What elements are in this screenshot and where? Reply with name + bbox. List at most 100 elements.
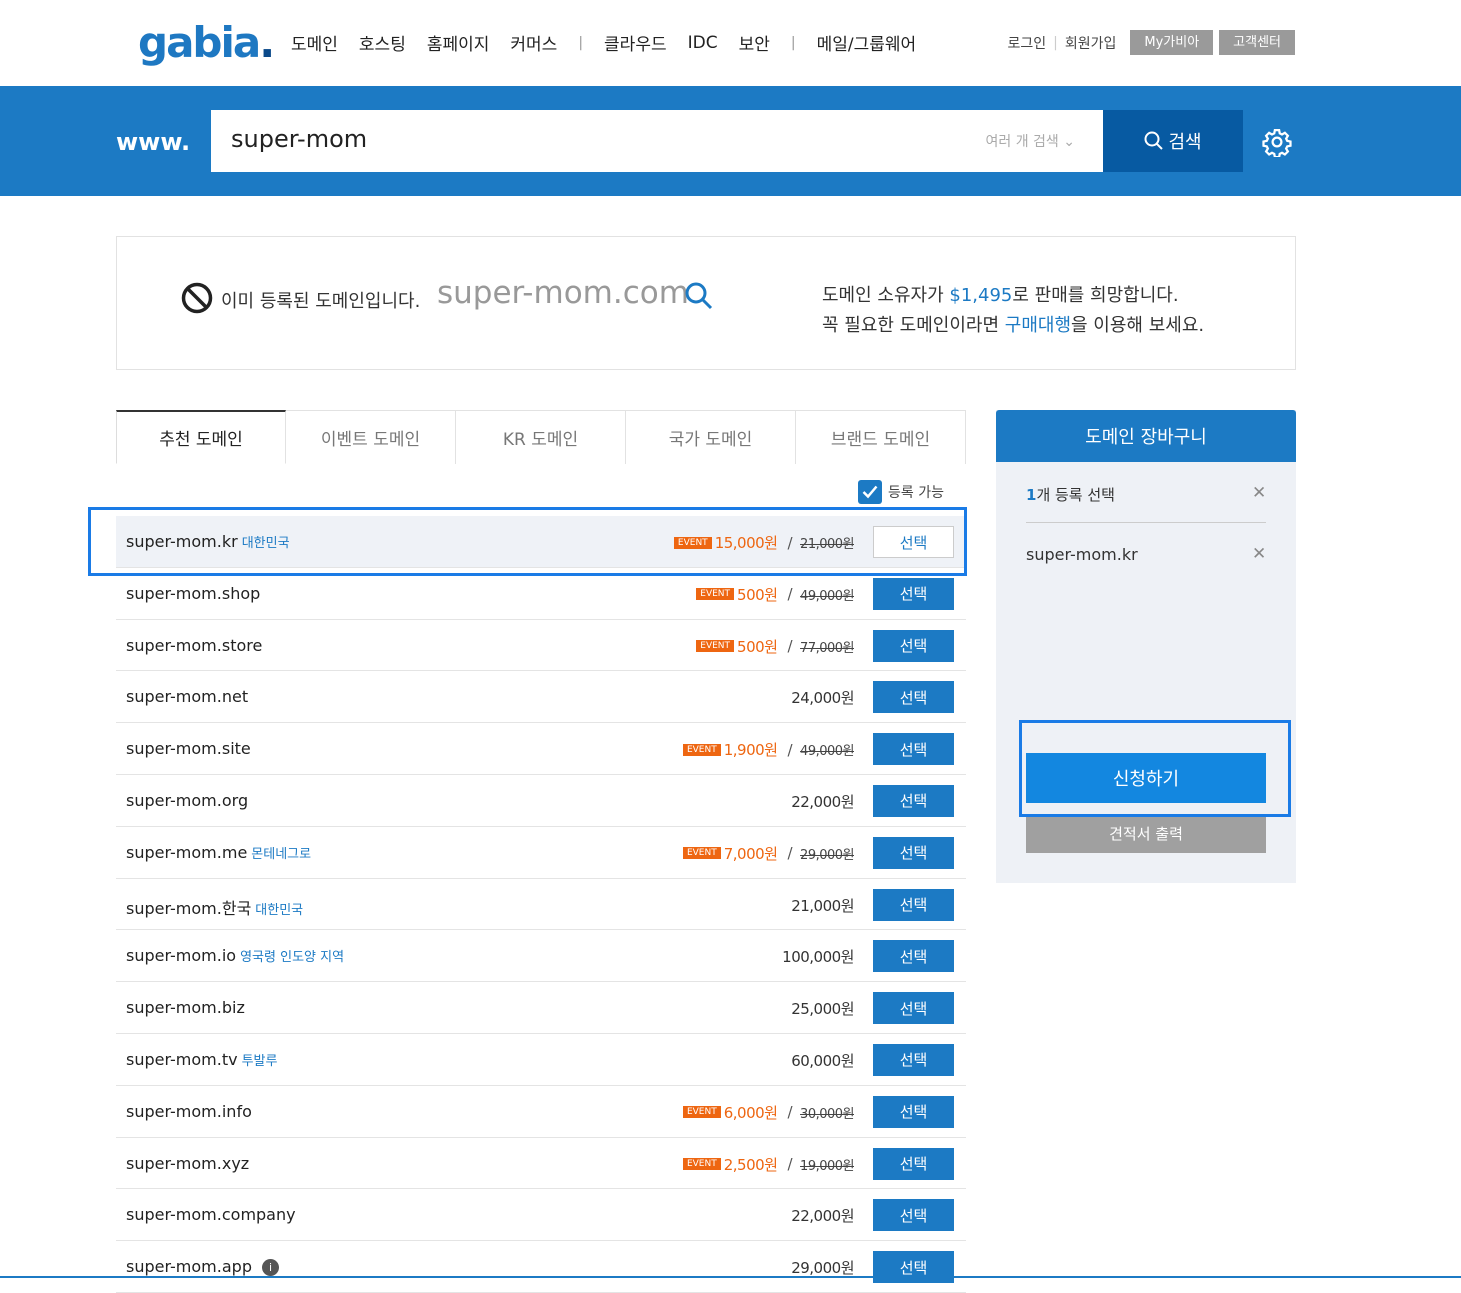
info-icon[interactable]: i: [261, 1259, 279, 1277]
select-button[interactable]: 선택: [873, 940, 954, 973]
utility-menu: 로그인 | 회원가입 My가비아 고객센터: [1007, 30, 1295, 55]
tab-kr[interactable]: KR 도메인: [456, 410, 626, 464]
domain-search-input[interactable]: [231, 125, 931, 153]
regular-price: 60,000원: [791, 1051, 854, 1070]
event-price: 500원: [737, 585, 778, 604]
price-separator: /: [787, 1103, 793, 1122]
select-button[interactable]: 선택: [873, 1251, 954, 1284]
event-badge: EVENT: [696, 588, 735, 601]
select-button[interactable]: 선택: [873, 1095, 954, 1128]
search-button[interactable]: 검색: [1103, 110, 1243, 172]
mygabia-button[interactable]: My가비아: [1130, 30, 1214, 55]
domain-name-text: super-mom.org: [126, 790, 249, 810]
brokerage-link[interactable]: 구매대행: [1005, 315, 1071, 336]
select-button[interactable]: 선택: [873, 784, 954, 817]
domain-price: 60,000원: [791, 1050, 854, 1071]
nav-homepage[interactable]: 홈페이지: [427, 30, 490, 55]
multi-search-label: 여러 개 검색: [985, 134, 1059, 150]
domain-price: 22,000원: [791, 791, 854, 812]
signup-link[interactable]: 회원가입: [1065, 33, 1117, 53]
settings-gear-icon[interactable]: [1262, 127, 1292, 157]
login-link[interactable]: 로그인: [1007, 33, 1046, 53]
select-button[interactable]: 선택: [873, 681, 954, 714]
domain-name: super-mom.xyz: [126, 1154, 249, 1173]
select-button[interactable]: 선택: [873, 992, 954, 1025]
domain-row: super-mom.info EVENT 6,000원 / 30,000원 선택: [116, 1086, 966, 1138]
original-price: 19,000원: [800, 1158, 854, 1174]
price-separator: /: [787, 533, 793, 552]
domain-name-text: super-mom.info: [126, 1101, 252, 1121]
domain-country: 대한민국: [255, 902, 304, 918]
domain-row: super-mom.한국 대한민국 21,000원 선택: [116, 879, 966, 931]
domain-cart: 도메인 장바구니 1개 등록 선택 ✕ super-mom.kr ✕ 신청하기 …: [996, 410, 1296, 883]
original-price: 49,000원: [800, 744, 854, 760]
domain-name-text: super-mom.company: [126, 1205, 296, 1225]
sale-price: $1,495: [949, 285, 1013, 306]
tab-event[interactable]: 이벤트 도메인: [286, 410, 456, 464]
main-nav: 도메인 호스팅 홈페이지 커머스 | 클라우드 IDC 보안 | 메일/그룹웨어: [291, 30, 937, 56]
sale-offer-text: 도메인 소유자가 $1,495로 판매를 희망합니다.: [822, 281, 1179, 307]
domain-name: super-mom.app i: [126, 1257, 279, 1277]
tab-recommended[interactable]: 추천 도메인: [116, 410, 286, 464]
select-button[interactable]: 선택: [873, 1147, 954, 1180]
tab-brand[interactable]: 브랜드 도메인: [796, 410, 966, 464]
available-only-checkbox[interactable]: 등록 가능: [858, 480, 944, 504]
select-button[interactable]: 선택: [873, 888, 954, 921]
domain-row: super-mom.net 24,000원 선택: [116, 671, 966, 724]
select-button[interactable]: 선택: [873, 526, 954, 558]
nav-idc[interactable]: IDC: [688, 33, 718, 53]
nav-cloud[interactable]: 클라우드: [604, 30, 667, 55]
multi-search-dropdown[interactable]: 여러 개 검색 ⌄: [986, 131, 1076, 151]
available-only-label: 등록 가능: [888, 485, 944, 501]
nav-security[interactable]: 보안: [739, 30, 770, 55]
domain-name-text: super-mom.한국: [126, 898, 252, 918]
nav-hosting[interactable]: 호스팅: [359, 30, 406, 55]
domain-price: 100,000원: [782, 946, 854, 967]
domain-country: 영국령 인도양 지역: [240, 950, 345, 966]
domain-row: super-mom.biz 25,000원 선택: [116, 982, 966, 1034]
taken-message: 이미 등록된 도메인입니다.: [221, 291, 421, 312]
domain-name: super-mom.biz: [126, 998, 245, 1017]
domain-row: super-mom.store EVENT 500원 / 77,000원 선택: [116, 620, 966, 672]
select-button[interactable]: 선택: [873, 1043, 954, 1076]
apply-button[interactable]: 신청하기: [1026, 753, 1266, 803]
ban-icon: [181, 282, 213, 314]
remove-item-close-icon[interactable]: ✕: [1252, 544, 1266, 564]
domain-list: super-mom.kr 대한민국 EVENT 15,000원/21,000원 선택 su…: [116, 516, 966, 1293]
print-quote-button[interactable]: 견적서 출력: [1026, 814, 1266, 853]
select-button[interactable]: 선택: [873, 733, 954, 766]
domain-price: EVENT 500원 / 77,000원: [696, 636, 854, 657]
domain-name: super-mom.store: [126, 636, 262, 655]
price-separator: /: [787, 585, 793, 604]
event-badge: EVENT: [682, 743, 721, 756]
price-separator: /: [787, 844, 793, 863]
select-button[interactable]: 선택: [873, 1199, 954, 1232]
domain-price: EVENT 2,500원 / 19,000원: [682, 1154, 854, 1175]
domain-price: EVENT 1,900원 / 49,000원: [682, 739, 854, 760]
taken-domain: super-mom.com: [437, 275, 689, 311]
domain-name: super-mom.org: [126, 791, 248, 810]
regular-price: 100,000원: [782, 948, 854, 967]
gabia-logo[interactable]: gabia.: [138, 18, 275, 67]
brokerage-text: 꼭 필요한 도메인이라면 구매대행을 이용해 보세요.: [822, 311, 1204, 337]
nav-domain[interactable]: 도메인: [291, 30, 338, 55]
top-bar: gabia. 도메인 호스팅 홈페이지 커머스 | 클라우드 IDC 보안 | …: [0, 0, 1461, 86]
nav-commerce[interactable]: 커머스: [510, 30, 557, 55]
select-button[interactable]: 선택: [873, 629, 954, 662]
select-button[interactable]: 선택: [873, 577, 954, 610]
domain-price: 29,000원: [791, 1257, 854, 1278]
nav-mail-groupware[interactable]: 메일/그룹웨어: [817, 30, 917, 55]
original-price: 77,000원: [800, 640, 854, 656]
search-icon[interactable]: [684, 281, 714, 311]
select-button[interactable]: 선택: [873, 836, 954, 869]
support-button[interactable]: 고객센터: [1219, 30, 1295, 55]
event-price: 7,000원: [723, 844, 778, 863]
domain-row: super-mom.site EVENT 1,900원 / 49,000원 선택: [116, 723, 966, 775]
domain-row: super-mom.xyz EVENT 2,500원 / 19,000원 선택: [116, 1138, 966, 1190]
clear-cart-close-icon[interactable]: ✕: [1252, 483, 1266, 503]
domain-name-text: super-mom.io: [126, 946, 237, 966]
regular-price: 22,000원: [791, 1207, 854, 1226]
event-badge: EVENT: [696, 640, 735, 653]
tab-country[interactable]: 국가 도메인: [626, 410, 796, 464]
domain-country: 몬테네그로: [251, 846, 312, 862]
